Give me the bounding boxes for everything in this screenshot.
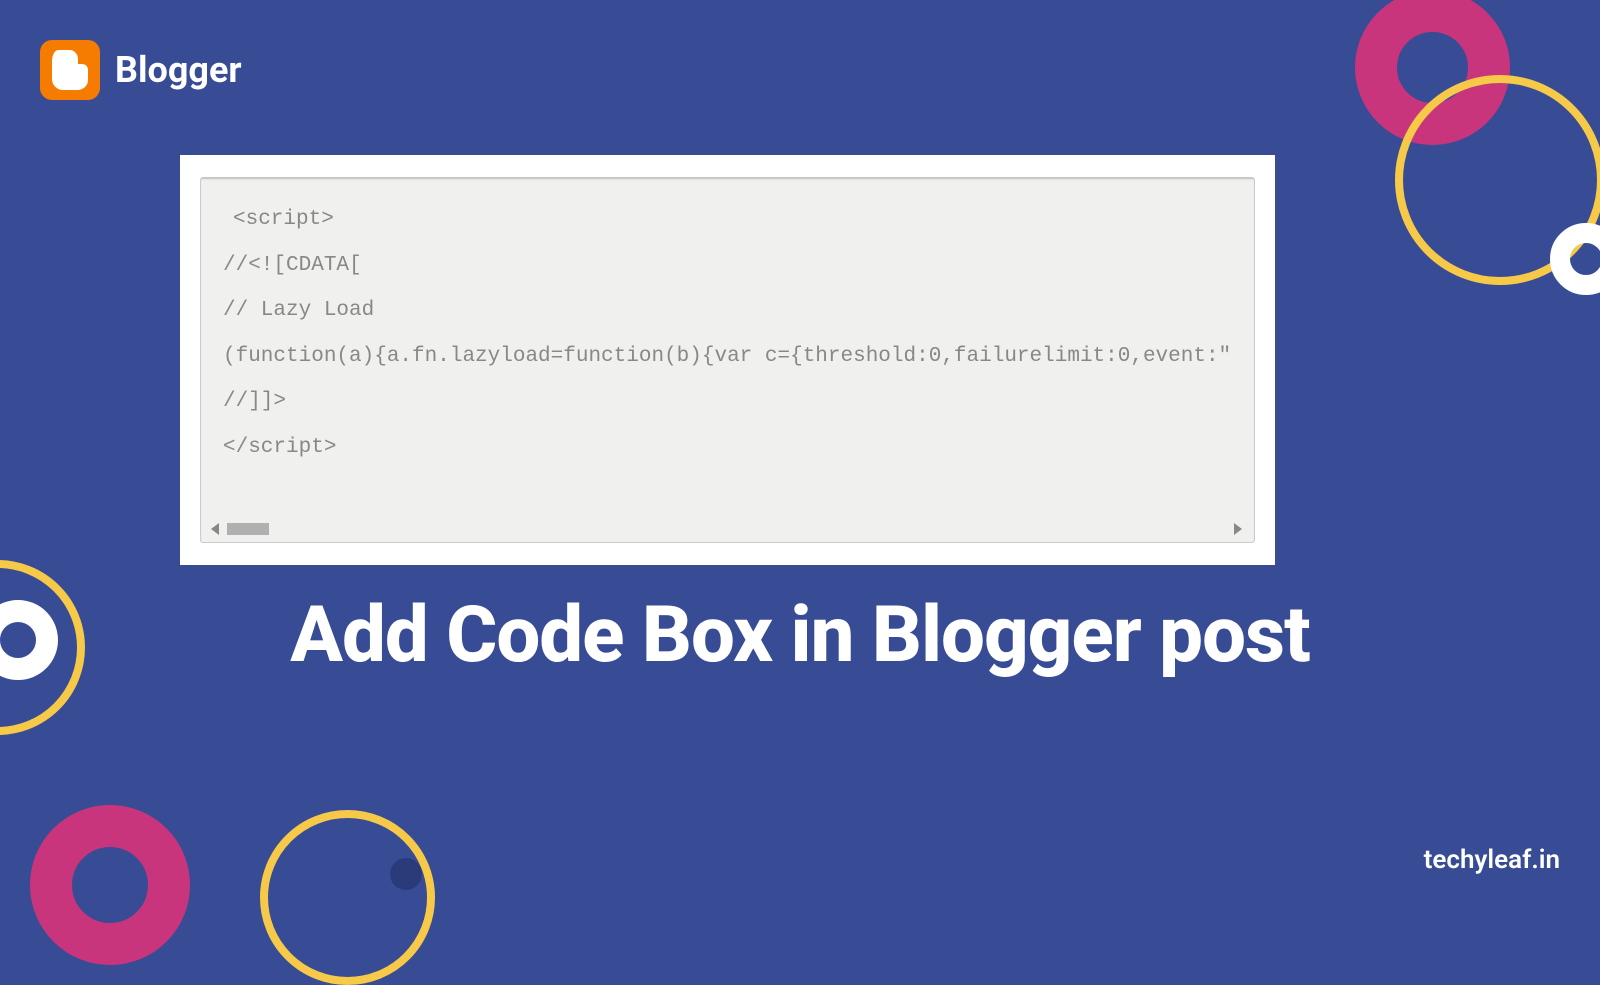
scroll-right-icon[interactable] <box>1234 523 1242 535</box>
blogger-b-icon <box>52 50 88 90</box>
scroll-track[interactable] <box>227 523 1234 535</box>
blogger-label: Blogger <box>115 49 242 91</box>
horizontal-scrollbar[interactable] <box>211 522 1244 536</box>
code-line: //]]> <box>223 386 1232 418</box>
code-line: //<![CDATA[ <box>223 250 1232 282</box>
watermark: techyleaf.in <box>1424 845 1560 875</box>
code-line: // Lazy Load <box>223 295 1232 327</box>
code-line: </script> <box>223 432 1232 464</box>
page-title: Add Code Box in Blogger post <box>0 590 1600 681</box>
navy-dot-decoration <box>390 858 422 890</box>
code-box: <script> //<![CDATA[ // Lazy Load (funct… <box>200 177 1255 543</box>
code-line: <script> <box>223 204 1232 236</box>
code-container: <script> //<![CDATA[ // Lazy Load (funct… <box>180 155 1275 565</box>
scroll-left-icon[interactable] <box>211 523 219 535</box>
blogger-logo: Blogger <box>40 40 242 100</box>
blogger-icon <box>40 40 100 100</box>
yellow-ring-decoration <box>260 810 435 985</box>
scroll-thumb[interactable] <box>227 523 269 535</box>
pink-ring-decoration <box>30 805 190 965</box>
code-line: (function(a){a.fn.lazyload=function(b){v… <box>223 341 1232 373</box>
